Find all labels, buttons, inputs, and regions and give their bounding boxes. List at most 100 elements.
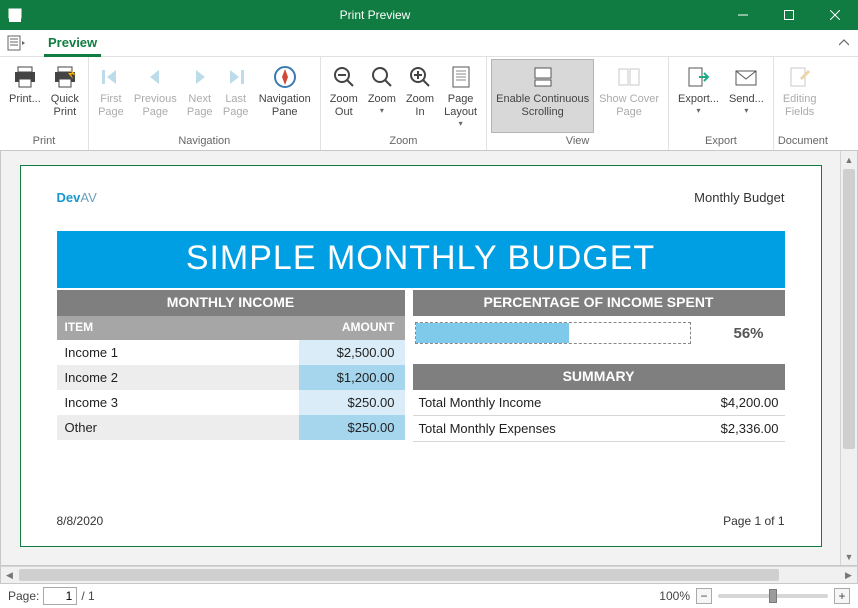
scroll-thumb[interactable]	[19, 569, 779, 581]
report-main-title: SIMPLE MONTHLY BUDGET	[57, 231, 785, 288]
zoom-out-icon	[332, 63, 356, 91]
window-title: Print Preview	[30, 8, 720, 22]
table-row: Other$250.00	[57, 415, 405, 440]
chevron-down-icon: ▾	[744, 106, 748, 115]
amount-header: AMOUNT	[299, 316, 405, 340]
group-label-zoom: Zoom	[325, 135, 482, 150]
zoom-icon	[370, 63, 394, 91]
income-column: MONTHLY INCOME ITEM AMOUNT Income 1$2,50…	[57, 290, 405, 442]
export-icon	[686, 63, 710, 91]
chevron-down-icon: ▾	[380, 106, 384, 115]
scroll-right-icon[interactable]: ▶	[840, 567, 857, 583]
group-label-print: Print	[4, 135, 84, 150]
navigation-pane-button[interactable]: Navigation Pane	[254, 59, 316, 133]
report-date: 8/8/2020	[57, 514, 104, 528]
zoom-minus-button[interactable]: −	[696, 588, 712, 604]
ribbon-group-navigation: First Page Previous Page Next Page Last …	[89, 57, 321, 150]
editing-fields-button[interactable]: Editing Fields	[778, 59, 822, 133]
zoom-plus-button[interactable]: +	[834, 588, 850, 604]
cover-page-icon	[616, 63, 642, 91]
app-icon	[0, 0, 30, 30]
scroll-left-icon[interactable]: ◀	[1, 567, 18, 583]
ribbon-group-export: Export... ▾ Send... ▾ Export	[669, 57, 774, 150]
export-button[interactable]: Export... ▾	[673, 59, 724, 133]
minimize-button[interactable]	[720, 0, 766, 30]
page-total: / 1	[81, 589, 94, 603]
table-row: Total Monthly Expenses$2,336.00	[413, 416, 785, 442]
horizontal-scrollbar[interactable]: ◀ ▶	[0, 566, 858, 583]
preview-workspace: DevAV Monthly Budget SIMPLE MONTHLY BUDG…	[0, 151, 858, 566]
table-row: Total Monthly Income$4,200.00	[413, 390, 785, 416]
percent-bar-fill	[416, 323, 569, 343]
table-row: Income 1$2,500.00	[57, 340, 405, 365]
group-label-export: Export	[673, 135, 769, 150]
zoom-in-icon	[408, 63, 432, 91]
first-page-button[interactable]: First Page	[93, 59, 129, 133]
previous-page-button[interactable]: Previous Page	[129, 59, 182, 133]
pct-header: PERCENTAGE OF INCOME SPENT	[413, 290, 785, 316]
preview-canvas[interactable]: DevAV Monthly Budget SIMPLE MONTHLY BUDG…	[1, 151, 840, 565]
first-page-icon	[100, 63, 122, 91]
item-header: ITEM	[57, 316, 299, 340]
print-icon	[12, 63, 38, 91]
page-layout-button[interactable]: Page Layout ▾	[439, 59, 482, 133]
ribbon-group-view: Enable Continuous Scrolling Show Cover P…	[487, 57, 669, 150]
chevron-down-icon: ▾	[696, 106, 700, 115]
last-page-button[interactable]: Last Page	[218, 59, 254, 133]
summary-column: PERCENTAGE OF INCOME SPENT 56% SUMMARY T…	[413, 290, 785, 442]
titlebar: Print Preview	[0, 0, 858, 30]
collapse-ribbon-button[interactable]	[830, 30, 858, 56]
scroll-down-icon[interactable]: ▼	[841, 548, 857, 565]
last-page-icon	[225, 63, 247, 91]
zoom-value: 100%	[659, 589, 690, 603]
compass-icon	[273, 63, 297, 91]
zoom-slider-knob[interactable]	[769, 589, 777, 603]
summary-header: SUMMARY	[413, 364, 785, 390]
statusbar: Page: / 1 100% − +	[0, 583, 858, 608]
close-button[interactable]	[812, 0, 858, 30]
next-page-icon	[189, 63, 211, 91]
zoom-in-button[interactable]: Zoom In	[401, 59, 439, 133]
report-page: DevAV Monthly Budget SIMPLE MONTHLY BUDG…	[20, 165, 822, 547]
continuous-scroll-icon	[530, 63, 556, 91]
group-label-navigation: Navigation	[93, 135, 316, 150]
quick-print-icon	[52, 63, 78, 91]
page-label: Page:	[8, 589, 39, 603]
group-label-view: View	[491, 135, 664, 150]
ribbon-group-document: Editing Fields Document	[774, 57, 832, 150]
file-menu-button[interactable]	[0, 30, 34, 56]
print-button[interactable]: Print...	[4, 59, 46, 133]
scroll-up-icon[interactable]: ▲	[841, 151, 857, 168]
report-page-title: Monthly Budget	[694, 190, 784, 205]
chevron-down-icon: ▾	[459, 119, 463, 128]
show-cover-page-button[interactable]: Show Cover Page	[594, 59, 664, 133]
zoom-button[interactable]: Zoom ▾	[363, 59, 401, 133]
ribbon: Print... Quick Print Print First Page Pr…	[0, 57, 858, 151]
scroll-thumb[interactable]	[843, 169, 855, 449]
group-label-document: Document	[778, 135, 828, 150]
vertical-scrollbar[interactable]: ▲ ▼	[840, 151, 857, 565]
send-button[interactable]: Send... ▾	[724, 59, 769, 133]
income-header: MONTHLY INCOME	[57, 290, 405, 316]
maximize-button[interactable]	[766, 0, 812, 30]
zoom-out-button[interactable]: Zoom Out	[325, 59, 363, 133]
editing-fields-icon	[788, 63, 812, 91]
envelope-icon	[734, 63, 758, 91]
page-layout-icon	[450, 63, 472, 91]
brand-label: DevAV	[57, 190, 97, 205]
next-page-button[interactable]: Next Page	[182, 59, 218, 133]
previous-page-icon	[144, 63, 166, 91]
percent-bar	[415, 322, 691, 344]
report-page-number: Page 1 of 1	[723, 514, 784, 528]
ribbon-group-print: Print... Quick Print Print	[0, 57, 89, 150]
table-row: Income 3$250.00	[57, 390, 405, 415]
ribbon-tab-row: Preview	[0, 30, 858, 57]
percent-value: 56%	[719, 325, 779, 342]
zoom-slider[interactable]	[718, 594, 828, 598]
ribbon-group-zoom: Zoom Out Zoom ▾ Zoom In Page Layout ▾ Zo…	[321, 57, 487, 150]
page-number-input[interactable]	[43, 587, 77, 605]
continuous-scrolling-button[interactable]: Enable Continuous Scrolling	[491, 59, 594, 133]
table-row: Income 2$1,200.00	[57, 365, 405, 390]
tab-preview[interactable]: Preview	[34, 30, 111, 56]
quick-print-button[interactable]: Quick Print	[46, 59, 84, 133]
